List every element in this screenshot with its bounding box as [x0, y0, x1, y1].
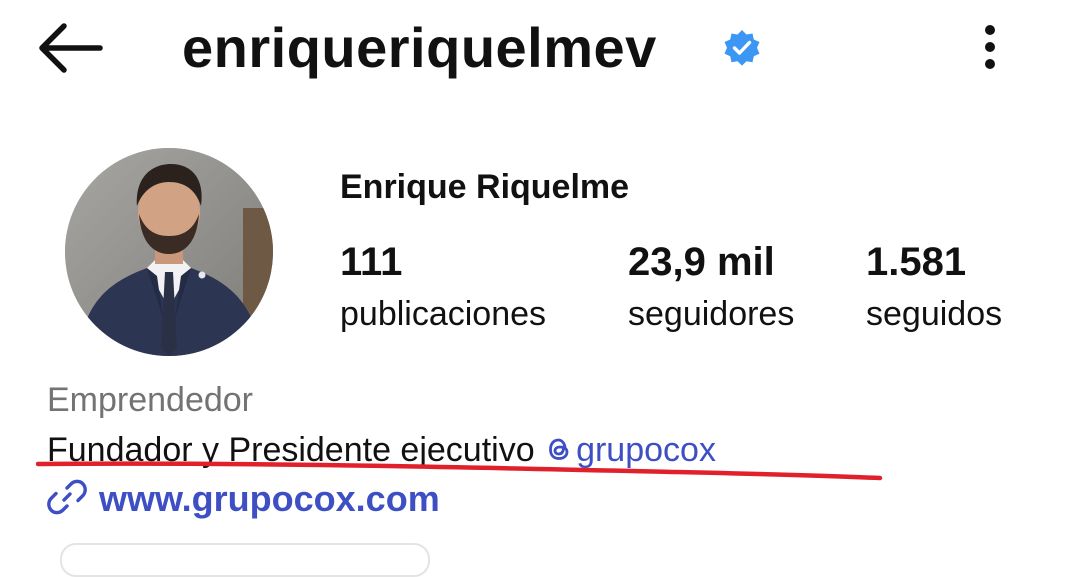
website-link[interactable]: www.grupocox.com: [47, 476, 440, 522]
posts-count-value: 111: [340, 240, 403, 284]
following-count-value: 1.581: [866, 240, 967, 284]
posts-count-label: publicaciones: [340, 295, 547, 333]
followers-count[interactable]: 23,9 mil seguidores: [628, 238, 794, 336]
posts-count[interactable]: 111 publicaciones: [340, 238, 546, 336]
more-options-icon[interactable]: [968, 20, 1012, 76]
following-count-label: seguidos: [866, 295, 1003, 333]
profile-category: Emprendedor: [47, 381, 254, 419]
followers-count-value: 23,9 mil: [628, 240, 775, 284]
profile-display-name: Enrique Riquelme: [340, 168, 630, 206]
following-count[interactable]: 1.581 seguidos: [866, 238, 1002, 336]
verified-badge-icon: [722, 28, 762, 68]
back-arrow-icon[interactable]: [34, 22, 104, 74]
website-link-text: www.grupocox.com: [99, 478, 440, 519]
link-icon: [47, 479, 87, 515]
profile-avatar[interactable]: [65, 148, 273, 356]
followers-count-label: seguidores: [628, 295, 795, 333]
profile-username: enriqueriquelmev: [182, 16, 657, 79]
profile-action-button[interactable]: [60, 543, 430, 577]
